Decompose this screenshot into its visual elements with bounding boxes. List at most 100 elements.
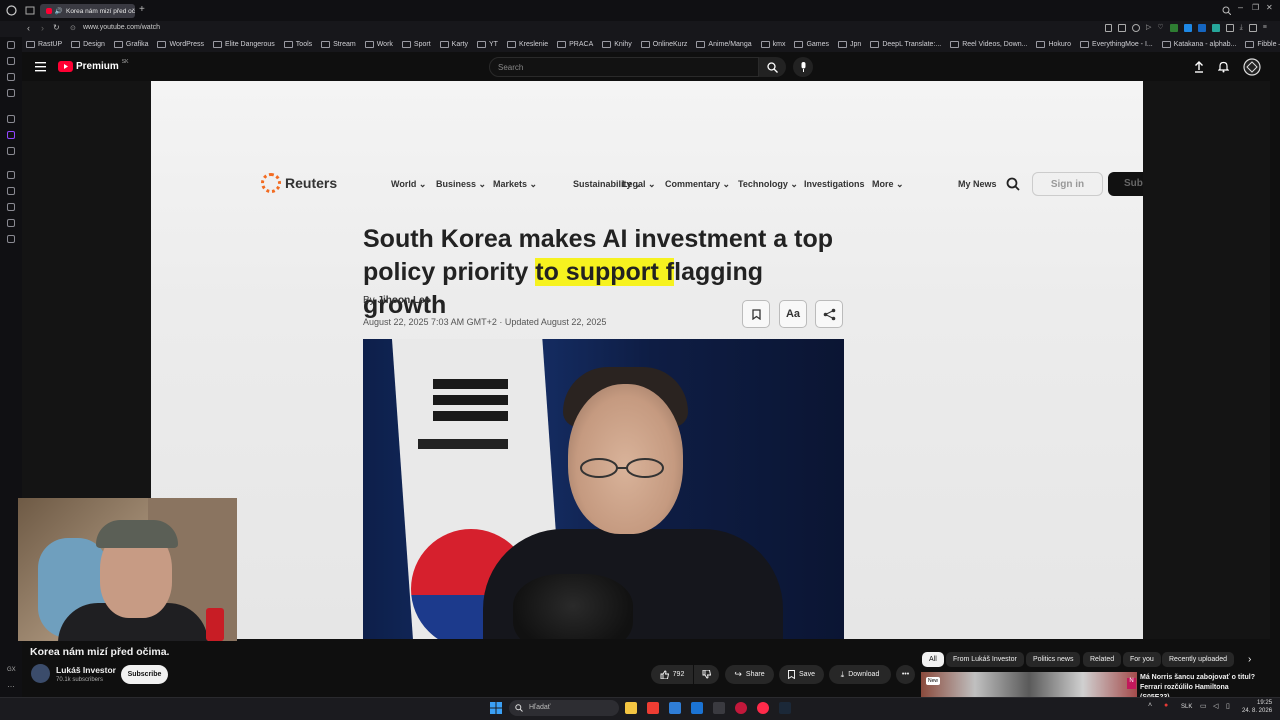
bookmark-item[interactable]: Katakana - alphab... — [1162, 41, 1237, 48]
bookmark-item[interactable]: DeepL Translate:... — [870, 41, 941, 48]
sidebar-extension-icon[interactable] — [7, 235, 15, 243]
bookmark-item[interactable]: Sport — [402, 41, 431, 48]
extensions-icon[interactable] — [1225, 24, 1234, 32]
chip-politics-news[interactable]: Politics news — [1026, 652, 1081, 667]
notifications-bell-icon[interactable] — [1218, 61, 1229, 73]
bookmark-item[interactable]: Knihy — [602, 41, 632, 48]
windows-start-icon[interactable] — [490, 702, 502, 714]
system-clock[interactable]: 19:25 24. 8. 2026 — [1242, 699, 1272, 715]
like-button[interactable]: 792 — [651, 665, 693, 684]
bookmark-item[interactable]: Fibble — Lie Your... — [1245, 41, 1280, 48]
chip-all[interactable]: All — [922, 652, 944, 667]
calculator-icon[interactable] — [713, 702, 725, 714]
speaker-icon[interactable]: 🔊 — [55, 7, 63, 15]
voice-search-button[interactable] — [793, 57, 813, 77]
chip-for-you[interactable]: For you — [1123, 652, 1161, 667]
extension-blue-icon[interactable] — [1197, 24, 1206, 32]
dislike-button[interactable] — [694, 665, 719, 684]
bookmark-item[interactable]: Work — [365, 41, 393, 48]
tray-mic-icon[interactable]: ● — [1164, 702, 1168, 709]
back-icon[interactable]: ‹ — [27, 23, 30, 33]
phone-sync-icon[interactable] — [1105, 24, 1112, 32]
bookmark-item[interactable]: kmx — [761, 41, 786, 48]
forward-icon[interactable]: › — [41, 23, 44, 33]
sidebar-gx-label[interactable]: GX — [7, 667, 16, 673]
file-explorer-icon[interactable] — [625, 702, 637, 714]
chip-from-luk-investor[interactable]: From Lukáš Investor — [946, 652, 1024, 667]
create-upload-icon[interactable] — [1194, 61, 1204, 73]
download-button[interactable]: ⤓ Download — [829, 665, 891, 684]
input-language[interactable]: SLK — [1181, 704, 1192, 710]
sidebar-pin-icon[interactable] — [7, 219, 15, 227]
extension-green-icon[interactable] — [1169, 24, 1178, 32]
sidebar-history-icon[interactable] — [7, 171, 15, 179]
volume-icon[interactable]: ◁ — [1213, 702, 1218, 710]
bookmark-item[interactable]: Jpn — [838, 41, 861, 48]
search-input[interactable]: Search — [489, 57, 759, 77]
heart-icon[interactable]: ♡ — [1157, 24, 1163, 32]
bookmark-item[interactable]: Kreslenie — [507, 41, 548, 48]
battery-icon[interactable]: ▯ — [1226, 702, 1230, 710]
sidebar-cube-icon[interactable] — [7, 203, 15, 211]
channel-name[interactable]: Lukáš Investor — [56, 665, 116, 675]
bookmark-item[interactable]: Games — [794, 41, 829, 48]
maximize-icon[interactable]: ❐ — [1252, 3, 1259, 12]
site-info-icon[interactable]: ⊙ — [70, 24, 76, 32]
active-tab[interactable]: 🔊 Korea nám mizí před oč — [40, 4, 135, 18]
tray-overflow-icon[interactable]: ˄ — [1148, 702, 1152, 709]
bookmark-item[interactable]: Grafika — [114, 41, 149, 48]
sidebar-player-icon[interactable] — [7, 187, 15, 195]
bookmark-item[interactable]: Karty — [440, 41, 468, 48]
tab-menu-icon[interactable] — [25, 6, 35, 15]
sidebar-messenger-icon[interactable] — [7, 89, 15, 97]
opera-icon[interactable] — [735, 702, 747, 714]
share-button[interactable]: ↪ Share — [725, 665, 774, 684]
bookmark-item[interactable]: OnlineKurz — [641, 41, 688, 48]
shield-icon[interactable] — [1132, 24, 1140, 32]
bookmark-item[interactable]: Hokuro — [1036, 41, 1071, 48]
chip-recently-uploaded[interactable]: Recently uploaded — [1162, 652, 1234, 667]
sidebar-twitch-icon[interactable] — [7, 131, 15, 139]
taskbar-search-input[interactable]: Hľadať — [509, 700, 619, 716]
steam-icon[interactable] — [779, 702, 791, 714]
bookmark-item[interactable]: PRACA — [557, 41, 593, 48]
sidebar-home-icon[interactable] — [7, 41, 15, 49]
opera-gx-logo-icon[interactable] — [6, 5, 17, 16]
wallet-icon[interactable] — [1248, 24, 1257, 32]
menu-icon[interactable]: ≡ — [1263, 24, 1267, 32]
chips-next-icon[interactable]: › — [1248, 654, 1251, 665]
play-icon[interactable]: ▷ — [1146, 24, 1151, 32]
chip-related[interactable]: Related — [1083, 652, 1122, 667]
bookmark-item[interactable]: Design — [71, 41, 105, 48]
sidebar-ai-icon[interactable] — [7, 57, 15, 65]
bookmark-item[interactable]: Stream — [321, 41, 356, 48]
hamburger-menu-icon[interactable] — [35, 62, 47, 72]
translate-extension-icon[interactable] — [1183, 24, 1192, 32]
bookmark-item[interactable]: RastUP — [26, 41, 62, 48]
opera-gx-icon[interactable] — [757, 702, 769, 714]
search-button[interactable] — [759, 57, 786, 77]
bookmark-item[interactable]: Elite Dangerous — [213, 41, 275, 48]
snapshot-icon[interactable] — [1118, 24, 1126, 32]
subscribe-button[interactable]: Subscribe — [121, 665, 168, 684]
recommended-video-thumbnail[interactable]: New N — [921, 672, 1137, 698]
close-window-icon[interactable]: ✕ — [1266, 3, 1273, 12]
video-frame[interactable]: Reuters My News Sign in Sub South Korea … — [151, 81, 1143, 639]
sidebar-percent-icon[interactable] — [7, 147, 15, 155]
ai-app-icon[interactable] — [669, 702, 681, 714]
download-icon[interactable]: ⤓ — [1240, 24, 1243, 32]
network-icon[interactable]: ▭ — [1200, 702, 1207, 710]
url-field[interactable]: www.youtube.com/watch — [83, 24, 160, 31]
outlook-icon[interactable] — [691, 702, 703, 714]
search-tabs-icon[interactable] — [1222, 6, 1231, 15]
minimize-icon[interactable]: – — [1238, 2, 1243, 12]
save-button[interactable]: Save — [779, 665, 824, 684]
bookmark-item[interactable]: WordPress — [157, 41, 204, 48]
sidebar-more-icon[interactable]: … — [7, 680, 15, 689]
extension-teal-icon[interactable] — [1211, 24, 1220, 32]
bookmark-item[interactable]: Tools — [284, 41, 312, 48]
bookmark-item[interactable]: YT — [477, 41, 498, 48]
brave-browser-icon[interactable] — [647, 702, 659, 714]
channel-avatar[interactable] — [31, 664, 50, 683]
bookmark-item[interactable]: EverythingMoe - I... — [1080, 41, 1153, 48]
